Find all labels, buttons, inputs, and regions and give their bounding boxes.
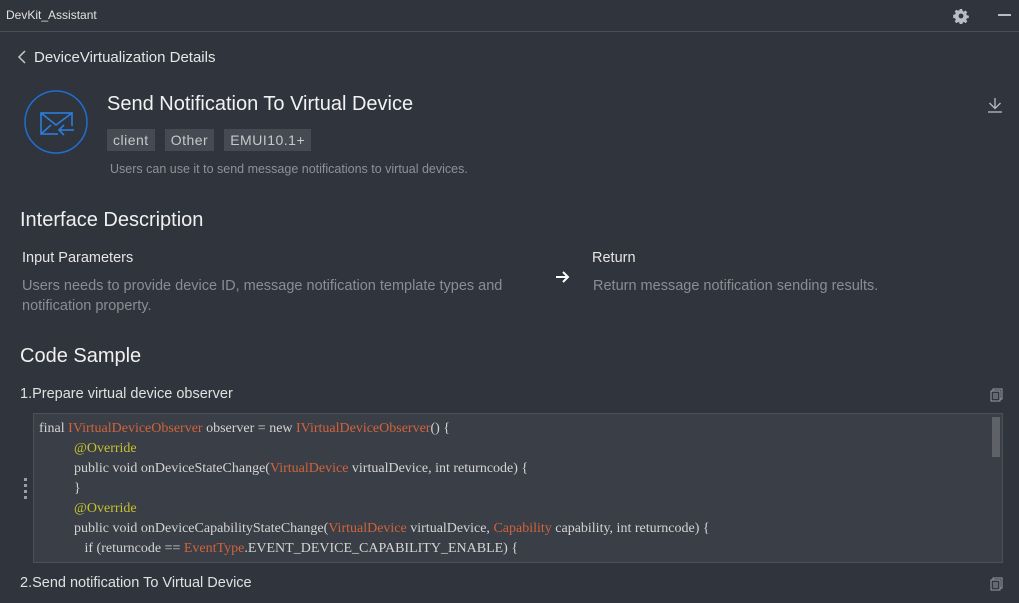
code-token: if (returncode ==: [39, 541, 184, 556]
chevron-left-icon: [17, 50, 26, 64]
tag-client: client: [107, 129, 155, 151]
app-title: DevKit_Assistant: [6, 8, 97, 22]
mail-receive-icon: [24, 90, 88, 154]
tag-version: EMUI10.1+: [224, 129, 312, 151]
code-line: if (returncode == EventType.EVENT_DEVICE…: [39, 541, 519, 557]
copy-icon[interactable]: [990, 577, 1003, 591]
code-token: .EVENT_DEVICE_CAPABILITY_ENABLE) {: [244, 541, 519, 556]
code-token: public void onDeviceStateChange(: [39, 461, 270, 476]
minimize-icon[interactable]: [998, 14, 1011, 16]
code-token: virtualDevice, int returncode) {: [348, 461, 529, 476]
code-type-token: EventType: [183, 541, 245, 556]
input-parameters-line-1: Users needs to provide device ID, messag…: [22, 278, 503, 294]
code-token: () {: [430, 421, 450, 436]
input-parameters-text: Users needs to provide device ID, messag…: [22, 276, 502, 316]
tag-list: client Other EMUI10.1+: [107, 129, 312, 151]
download-icon[interactable]: [986, 96, 1004, 114]
breadcrumb-title: DeviceVirtualization Details: [34, 48, 216, 66]
code-token: observer = new: [202, 421, 297, 436]
code-token: capability, int returncode) {: [551, 521, 710, 536]
drag-handle[interactable]: [24, 478, 28, 500]
arrow-right-icon: [556, 271, 570, 283]
step-2-label: 2.Send notification To Virtual Device: [20, 575, 252, 591]
code-token: final: [39, 421, 69, 436]
code-token: }: [39, 481, 81, 496]
code-line: public void onDeviceStateChange(VirtualD…: [39, 461, 528, 477]
tag-category: Other: [164, 129, 215, 151]
gear-icon[interactable]: [953, 8, 969, 24]
code-line: public void onDeviceCapabilityStateChang…: [39, 521, 710, 537]
copy-icon[interactable]: [990, 388, 1003, 402]
code-line: @Override: [39, 441, 137, 457]
interface-description-heading: Interface Description: [20, 209, 204, 231]
code-token: public void onDeviceCapabilityStateChang…: [39, 521, 329, 536]
code-line: final IVirtualDeviceObserver observer = …: [39, 421, 450, 437]
feature-description: Users can use it to send message notific…: [110, 162, 468, 176]
code-line: @Override: [39, 501, 137, 517]
code-line: }: [39, 481, 81, 497]
input-parameters-line-2: notification property.: [22, 298, 152, 314]
code-annotation-token: @Override: [74, 441, 137, 456]
code-annotation-token: @Override: [74, 501, 137, 516]
title-bar: DevKit_Assistant: [0, 0, 1019, 32]
step-1-label: 1.Prepare virtual device observer: [20, 386, 233, 402]
code-sample-heading: Code Sample: [20, 345, 142, 367]
input-parameters-heading: Input Parameters: [22, 250, 134, 266]
code-type-token: VirtualDevice: [328, 521, 407, 536]
feature-title: Send Notification To Virtual Device: [107, 93, 414, 115]
code-type-token: IVirtualDeviceObserver: [296, 421, 431, 436]
back-button[interactable]: DeviceVirtualization Details: [16, 46, 215, 68]
code-scrollbar[interactable]: [992, 417, 1000, 457]
code-type-token: VirtualDevice: [269, 461, 349, 476]
code-block-step-1[interactable]: final IVirtualDeviceObserver observer = …: [33, 413, 1003, 563]
code-type-token: Capability: [493, 521, 552, 536]
return-text: Return message notification sending resu…: [593, 278, 879, 294]
return-heading: Return: [592, 250, 636, 266]
code-token: virtualDevice,: [406, 521, 494, 536]
code-type-token: IVirtualDeviceObserver: [68, 421, 203, 436]
